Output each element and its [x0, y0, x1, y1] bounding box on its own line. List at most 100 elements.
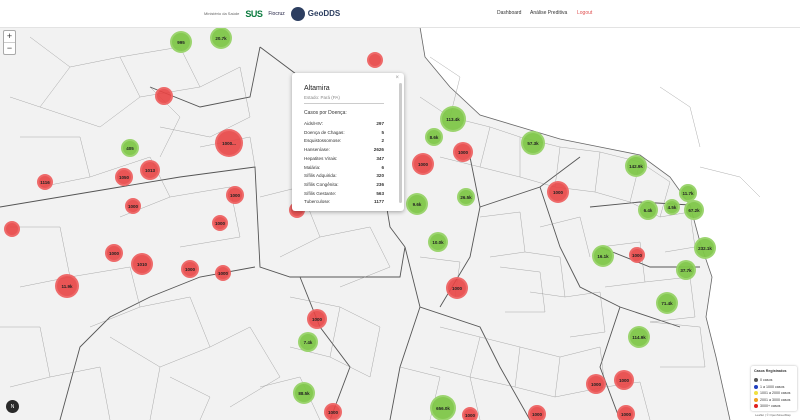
- popup-title: Altamira: [304, 85, 330, 92]
- legend-swatch-icon: [754, 397, 758, 402]
- cluster-marker-green[interactable]: 10.0k: [428, 232, 448, 252]
- geodds-brand: GeoDDS: [307, 9, 341, 18]
- cluster-marker-red[interactable]: 1000: [307, 309, 327, 329]
- cluster-marker-green[interactable]: 7.4k: [298, 332, 318, 352]
- popup-disease-row: Esquistossomose: 2: [304, 138, 384, 146]
- cluster-marker-red[interactable]: 1000: [629, 247, 645, 263]
- disease-name: Doença de Chagas:: [304, 129, 345, 135]
- cluster-marker-green[interactable]: 16.1k: [592, 245, 614, 267]
- disease-count: 5: [381, 129, 384, 135]
- cluster-marker-green[interactable]: 142.9k: [625, 155, 647, 177]
- map-legend: Casos Registrados 0 casos 1 a 1000 casos 1…: [751, 366, 797, 411]
- disease-count: 320: [376, 173, 384, 179]
- cluster-marker-green[interactable]: 6.4k: [638, 200, 658, 220]
- cluster-marker-green[interactable]: 232.1k: [694, 237, 716, 259]
- cluster-marker-green[interactable]: 71.4k: [656, 292, 678, 314]
- cluster-marker-red[interactable]: 1000: [586, 374, 606, 394]
- legend-item: 1001 a 2000 casos: [754, 390, 790, 396]
- nav-dashboard-link[interactable]: Dashboard: [497, 10, 521, 16]
- cluster-marker-green[interactable]: 405: [121, 139, 139, 157]
- cluster-marker-green[interactable]: 26.5k: [457, 188, 475, 206]
- cluster-marker-red[interactable]: 1000: [614, 370, 634, 390]
- popup-disease-row: Malária: 6: [304, 165, 384, 173]
- zoom-in-button[interactable]: +: [4, 31, 15, 43]
- cluster-marker-red[interactable]: 1000: [105, 244, 123, 262]
- cluster-marker-red[interactable]: 1000: [181, 260, 199, 278]
- legend-item: 0 casos: [754, 377, 772, 383]
- disease-name: Malária:: [304, 164, 321, 170]
- disease-name: Sífilis Adquirida:: [304, 173, 337, 179]
- cluster-marker-red[interactable]: 1050: [115, 168, 133, 186]
- disease-count: 6: [381, 164, 384, 170]
- cluster-marker-red[interactable]: 11.9k: [55, 274, 79, 298]
- cluster-marker-red[interactable]: 1000: [462, 407, 478, 420]
- disease-count: 297: [376, 121, 384, 126]
- disease-name: Esquistossomose:: [304, 138, 342, 144]
- disease-name: Aids/HIV:: [304, 121, 323, 126]
- globe-icon: [290, 6, 305, 21]
- legend-label: 0 casos: [760, 378, 773, 382]
- cluster-marker-green[interactable]: 67.2k: [684, 200, 704, 220]
- cluster-marker-green[interactable]: 995: [170, 31, 192, 53]
- cluster-marker-red[interactable]: 1000: [125, 198, 141, 214]
- cluster-marker-green[interactable]: 57.3k: [521, 131, 545, 155]
- cluster-marker-green[interactable]: 113.4k: [440, 106, 466, 132]
- cluster-marker-green[interactable]: 88.5k: [293, 382, 315, 404]
- popup-disease-row: Aids/HIV: 297: [304, 121, 384, 129]
- cluster-marker-green[interactable]: 656.0k: [430, 395, 456, 420]
- nav-predictive-link[interactable]: Análise Preditiva: [530, 10, 567, 16]
- cluster-marker-red[interactable]: 1010: [131, 253, 153, 275]
- partner-logos: Ministério da Saúde SUS Fiocruz GeoDDS: [204, 5, 340, 22]
- zoom-out-button[interactable]: −: [4, 43, 15, 54]
- cluster-marker-red[interactable]: 1000: [324, 403, 342, 420]
- sus-logo: SUS: [245, 8, 263, 19]
- cluster-marker-red[interactable]: 1116: [37, 174, 53, 190]
- popup-disease-row: Sífilis Congênita: 236: [304, 182, 384, 190]
- nav-logout-link[interactable]: Logout: [577, 10, 592, 16]
- popup-scrollbar[interactable]: [399, 83, 402, 203]
- cluster-marker-red[interactable]: 1000: [528, 405, 546, 420]
- close-icon[interactable]: ×: [395, 75, 399, 81]
- legend-swatch-icon: [754, 404, 758, 409]
- cluster-marker-red[interactable]: [4, 221, 20, 237]
- cluster-marker-green[interactable]: 4.5k: [664, 199, 680, 215]
- cluster-marker-green[interactable]: 9.6k: [406, 193, 428, 215]
- cluster-marker-red[interactable]: 1000: [212, 215, 228, 231]
- popup-disease-row: Sífilis Adquirida: 320: [304, 173, 384, 181]
- cluster-marker-red[interactable]: 1013: [140, 160, 160, 180]
- geodds-logo[interactable]: GeoDDS: [290, 6, 341, 21]
- map-attribution[interactable]: Leaflet | © OpenStreetMap: [755, 413, 791, 417]
- cluster-marker-red[interactable]: 1000: [453, 142, 473, 162]
- popup-divider: [304, 103, 384, 104]
- cluster-marker-red[interactable]: 1000...: [215, 129, 243, 157]
- fiocruz-logo: Fiocruz: [268, 10, 285, 17]
- popup-disease-row: Tuberculose: 1177: [304, 199, 384, 207]
- cluster-marker-green[interactable]: 8.6k: [425, 128, 443, 146]
- cluster-marker-red[interactable]: [155, 87, 173, 105]
- cluster-marker-green[interactable]: 114.9k: [628, 326, 650, 348]
- cluster-marker-green[interactable]: 20.7k: [210, 27, 232, 49]
- legend-label: 3000+ casos: [760, 404, 781, 409]
- disease-name: Tuberculose:: [304, 199, 331, 205]
- zoom-control[interactable]: + −: [3, 30, 16, 55]
- legend-swatch-icon: [754, 391, 758, 396]
- cluster-marker-red[interactable]: 1000: [446, 277, 468, 299]
- disease-count: 563: [376, 190, 384, 196]
- disease-count: 2626: [373, 147, 384, 153]
- cluster-marker-red[interactable]: 1000: [412, 153, 434, 175]
- cluster-marker-green[interactable]: 37.7k: [676, 260, 696, 280]
- menu-fab-button[interactable]: N: [6, 400, 19, 413]
- cluster-marker-red[interactable]: 1000: [547, 181, 569, 203]
- cluster-marker-red[interactable]: 1000: [226, 186, 244, 204]
- disease-name: Sífilis Gestante:: [304, 190, 337, 196]
- disease-count: 1177: [374, 199, 384, 205]
- legend-label: 2001 a 3000 casos: [760, 397, 791, 402]
- cluster-marker-red[interactable]: 1000: [215, 265, 231, 281]
- disease-name: Hanseníase:: [304, 147, 330, 153]
- cluster-marker-red[interactable]: 1000: [617, 405, 635, 420]
- legend-item: 1 a 1000 casos: [754, 384, 784, 390]
- municipality-popup: × Altamira Estado: Pará (PA) Casos por D…: [292, 73, 404, 211]
- cluster-marker-red[interactable]: [367, 52, 383, 68]
- disease-name: Hepatites Virais:: [304, 155, 338, 161]
- ministry-logo: Ministério da Saúde: [204, 11, 240, 16]
